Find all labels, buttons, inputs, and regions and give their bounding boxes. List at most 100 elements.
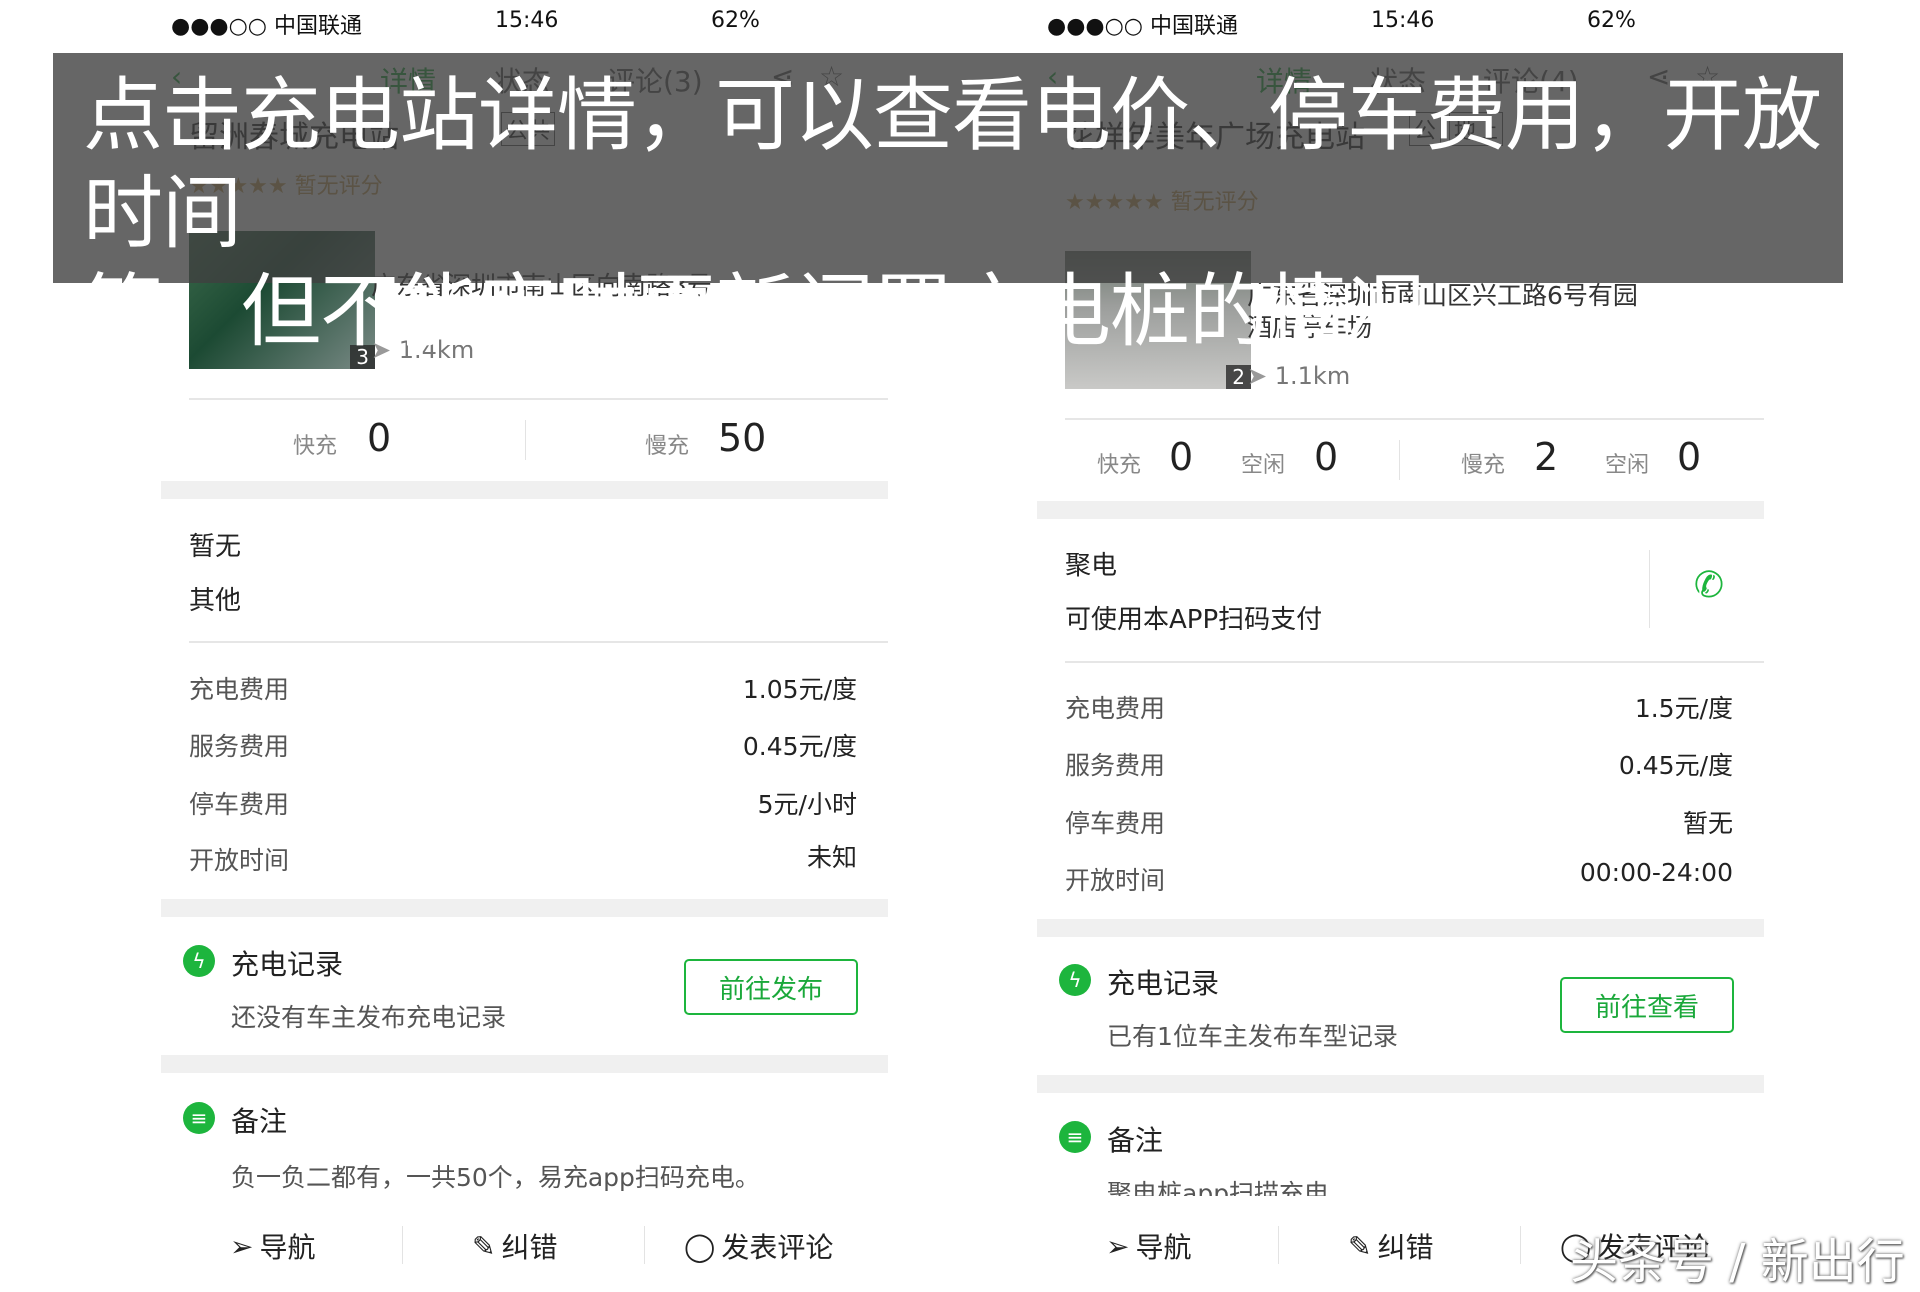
station-photo[interactable]: 3 [189, 231, 375, 369]
charging-fee: 1.05元/度 [743, 670, 857, 706]
parking-fee: 暂无 [1683, 804, 1733, 840]
idle-label: 空闲 [1241, 447, 1285, 479]
lightning-icon: ϟ [183, 945, 215, 977]
comment-label: 发表评论 [721, 1226, 833, 1266]
note-text: 聚电桩app扫描充电 [1107, 1174, 1329, 1196]
right-phone-screen: ●●●○○ 中国联通 15:46 62% ‹ 详情 状态 评论(4) ⋖ ☆ 花… [1037, 0, 1764, 1280]
distance: ➤ 1.4km [371, 336, 474, 364]
tab-status[interactable]: 状态 [1370, 60, 1426, 100]
tab-comments[interactable]: 评论(4) [1483, 60, 1579, 100]
service-fee: 0.45元/度 [1619, 746, 1733, 782]
fast-label: 快充 [293, 428, 337, 460]
tab-details[interactable]: 详情 [1256, 60, 1312, 100]
section-gap [161, 899, 888, 917]
address: 广东省深圳市南山区向南路3号 [371, 266, 712, 302]
section-gap [161, 481, 888, 499]
row-label: 开放时间 [1065, 861, 1165, 897]
distance-value: 1.4km [399, 336, 474, 364]
payment-method: 其他 [189, 580, 241, 617]
status-time: 15:46 [1371, 8, 1434, 33]
row-label: 充电费用 [189, 670, 289, 706]
distance: ➤ 1.1km [1247, 362, 1350, 390]
navigate-label: 导航 [259, 1226, 315, 1266]
charging-fee: 1.5元/度 [1635, 689, 1733, 725]
watermark: 头条号 / 新出行 [1570, 1222, 1905, 1292]
battery-percent: 62% [1587, 8, 1636, 33]
parking-fee: 5元/小时 [758, 785, 857, 821]
station-name: 留洲春城充电站 [189, 112, 399, 156]
fast-count: 0 [1169, 435, 1193, 479]
section-gap [161, 1055, 888, 1073]
correct-error-button[interactable]: ✎纠错 [1348, 1226, 1433, 1266]
record-title: 充电记录 [231, 943, 343, 983]
slow-label: 慢充 [1461, 447, 1505, 479]
correct-label: 纠错 [501, 1226, 557, 1266]
distance-value: 1.1km [1275, 362, 1350, 390]
phone-icon[interactable]: ✆ [1694, 565, 1724, 606]
divider [1278, 1226, 1279, 1264]
fast-idle-count: 0 [1314, 435, 1338, 479]
tab-details[interactable]: 详情 [380, 60, 436, 100]
navigate-icon: ➢ [1106, 1230, 1129, 1263]
divider [644, 1226, 645, 1264]
navigate-label: 导航 [1135, 1226, 1191, 1266]
navigate-icon: ➢ [230, 1230, 253, 1263]
correct-error-button[interactable]: ✎纠错 [472, 1226, 557, 1266]
operator: 聚电 [1065, 545, 1117, 582]
back-icon[interactable]: ‹ [171, 60, 182, 93]
open-hours: 未知 [807, 838, 857, 874]
note-title: 备注 [231, 1100, 287, 1140]
idle-label: 空闲 [1605, 447, 1649, 479]
open-hours: 00:00-24:00 [1580, 858, 1733, 887]
battery-percent: 62% [711, 8, 760, 33]
correct-label: 纠错 [1377, 1226, 1433, 1266]
slow-count: 2 [1534, 435, 1558, 479]
section-gap [1037, 1075, 1764, 1093]
go-publish-button[interactable]: 前往发布 [684, 959, 858, 1015]
tab-comments[interactable]: 评论(3) [607, 60, 703, 100]
row-label: 服务费用 [1065, 746, 1165, 782]
navigate-button[interactable]: ➢导航 [230, 1226, 315, 1266]
divider [402, 1226, 403, 1264]
go-view-button[interactable]: 前往查看 [1560, 977, 1734, 1033]
post-comment-button[interactable]: ◯发表评论 [684, 1226, 833, 1266]
address-line2: 酒店停车场 [1247, 308, 1372, 344]
back-icon[interactable]: ‹ [1047, 60, 1058, 93]
slow-label: 慢充 [645, 428, 689, 460]
slow-count: 50 [718, 416, 766, 460]
share-icon[interactable]: ⋖ [1647, 60, 1670, 93]
station-tag: 公 [1409, 112, 1441, 146]
location-arrow-icon: ➤ [371, 336, 391, 364]
row-label: 充电费用 [1065, 689, 1165, 725]
record-subtitle: 还没有车主发布充电记录 [231, 998, 506, 1034]
divider [189, 641, 888, 643]
rating-text: 暂无评分 [1171, 190, 1259, 215]
station-photo[interactable]: 2 [1065, 251, 1251, 389]
star-icon[interactable]: ☆ [819, 60, 844, 93]
record-subtitle: 已有1位车主发布车型记录 [1107, 1017, 1398, 1053]
carrier: ●●●○○ 中国联通 [171, 8, 362, 40]
status-time: 15:46 [495, 8, 558, 33]
note-icon: ≡ [1059, 1121, 1091, 1153]
note-icon: ≡ [183, 1102, 215, 1134]
divider [525, 420, 526, 460]
divider [1065, 418, 1764, 420]
star-icon[interactable]: ☆ [1695, 60, 1720, 93]
row-label: 停车费用 [189, 785, 289, 821]
station-name: 花样年美年广场充电站 [1065, 112, 1365, 156]
station-tag: 公共 [501, 112, 555, 146]
section-gap [1037, 919, 1764, 937]
service-fee: 0.45元/度 [743, 727, 857, 763]
pencil-icon: ✎ [1348, 1230, 1371, 1263]
divider [1649, 550, 1650, 628]
tab-status[interactable]: 状态 [494, 60, 550, 100]
share-icon[interactable]: ⋖ [771, 60, 794, 93]
location-tag: 地上 [1449, 112, 1503, 146]
row-label: 停车费用 [1065, 804, 1165, 840]
slow-idle-count: 0 [1677, 435, 1701, 479]
lightning-icon: ϟ [1059, 964, 1091, 996]
left-phone-screen: ●●●○○ 中国联通 15:46 62% ‹ 详情 状态 评论(3) ⋖ ☆ 留… [161, 0, 888, 1280]
location-arrow-icon: ➤ [1247, 362, 1267, 390]
navigate-button[interactable]: ➢导航 [1106, 1226, 1191, 1266]
carrier: ●●●○○ 中国联通 [1047, 8, 1238, 40]
